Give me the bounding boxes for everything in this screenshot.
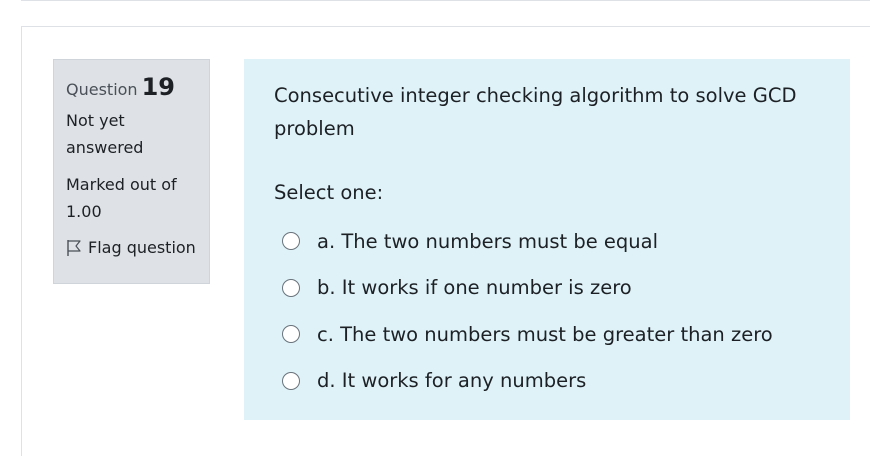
- answer-option-c[interactable]: c. The two numbers must be greater than …: [282, 311, 830, 358]
- question-number: 19: [141, 73, 175, 101]
- radio-button-d[interactable]: [282, 371, 300, 390]
- question-info-panel: Question 19 Not yet answered Marked out o…: [53, 59, 210, 284]
- question-number-heading: Question 19: [66, 72, 209, 102]
- question-state: Not yet answered: [66, 111, 144, 157]
- radio-button-b[interactable]: [282, 278, 300, 297]
- answer-option-c-label: c. The two numbers must be greater than …: [317, 322, 773, 346]
- question-label: Question: [66, 80, 138, 99]
- question-grade: Marked out of 1.00: [66, 175, 177, 221]
- answer-option-a-label: a. The two numbers must be equal: [317, 229, 659, 253]
- answer-option-b[interactable]: b. It works if one number is zero: [282, 265, 830, 312]
- question-content: Consecutive integer checking algorithm t…: [244, 59, 850, 420]
- answer-option-d[interactable]: d. It works for any numbers: [282, 358, 830, 405]
- answer-option-d-label: d. It works for any numbers: [317, 369, 587, 393]
- answer-option-a[interactable]: a. The two numbers must be equal: [282, 218, 830, 265]
- radio-button-a[interactable]: [282, 232, 300, 251]
- top-divider: [21, 0, 870, 1]
- answer-option-b-label: b. It works if one number is zero: [317, 276, 632, 300]
- question-text: Consecutive integer checking algorithm t…: [274, 84, 797, 140]
- radio-button-c[interactable]: [282, 325, 300, 344]
- flag-question-button[interactable]: Flag question: [66, 237, 209, 259]
- flag-icon: [67, 240, 81, 256]
- answer-prompt: Select one:: [274, 181, 384, 204]
- flag-question-label: Flag question: [88, 238, 196, 257]
- answer-options: a. The two numbers must be equal b. It w…: [274, 218, 830, 404]
